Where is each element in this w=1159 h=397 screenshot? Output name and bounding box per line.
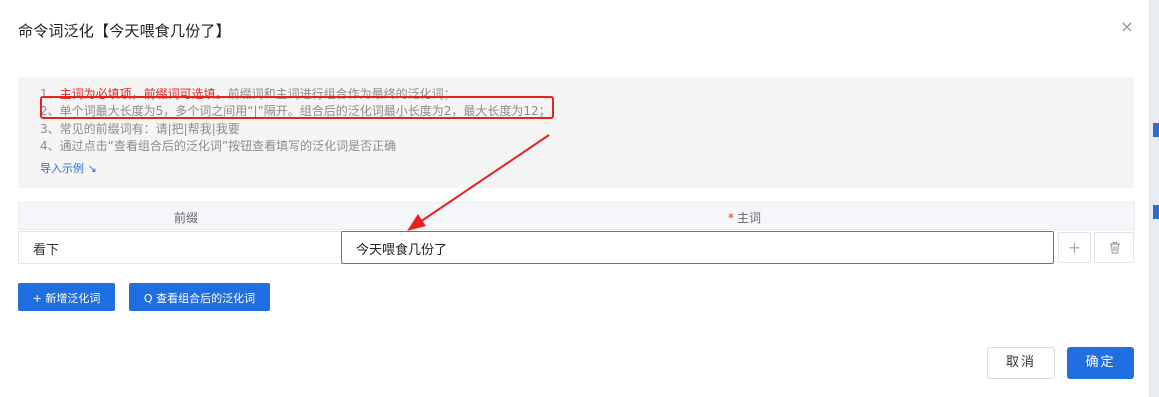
annotation-arrow-head: [407, 214, 426, 231]
annotation-arrow-shaft: [419, 134, 550, 223]
annotation-arrow: [407, 134, 550, 231]
